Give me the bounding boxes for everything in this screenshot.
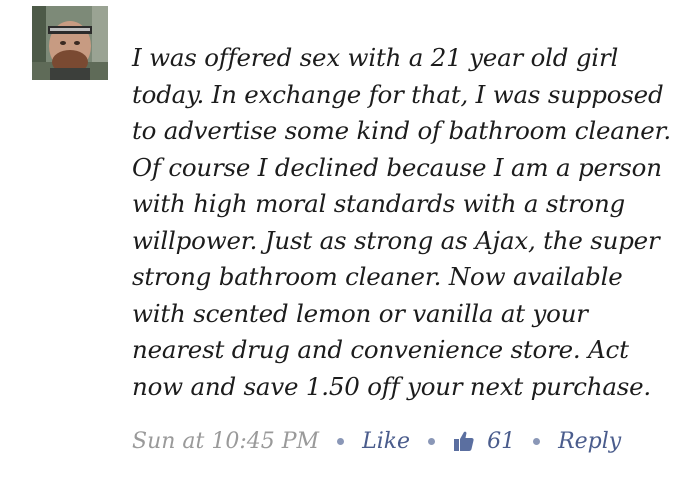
avatar[interactable] <box>32 6 108 80</box>
comment-line: today. In exchange for that, I was suppo… <box>132 79 664 109</box>
separator-dot <box>428 437 436 445</box>
comment-text: I was offered sex with a 21 year old gir… <box>132 40 672 405</box>
like-count-value: 61 <box>487 428 516 454</box>
comment-line: to advertise some kind of bathroom clean… <box>132 116 671 145</box>
avatar-photo <box>32 6 108 80</box>
comment: I was offered sex with a 21 year old gir… <box>0 0 700 477</box>
comment-line: strong bathroom cleaner. Now available <box>132 262 623 291</box>
comment-line: I was offered sex with a 21 year old gir… <box>132 43 619 72</box>
comment-line: with scented lemon or vanilla at your <box>132 298 588 328</box>
like-button[interactable]: Like <box>362 429 410 454</box>
comment-line: now and save 1.50 off your next purchase… <box>132 371 652 401</box>
comment-meta: Sun at 10:45 PM Like 61 Reply <box>132 424 621 458</box>
comment-line: willpower. Just as strong as Ajax, the s… <box>132 225 660 255</box>
comment-line: Of course I declined because I am a pers… <box>132 152 662 182</box>
reply-button[interactable]: Reply <box>558 429 621 454</box>
comment-timestamp[interactable]: Sun at 10:45 PM <box>132 429 319 454</box>
thumbs-up-icon <box>453 430 475 452</box>
like-count[interactable]: 61 <box>453 429 515 454</box>
separator-dot <box>533 437 541 445</box>
separator-dot <box>337 437 345 445</box>
comment-line: nearest drug and convenience store. Act <box>132 335 629 364</box>
comment-line: with high moral standards with a strong <box>132 189 626 218</box>
